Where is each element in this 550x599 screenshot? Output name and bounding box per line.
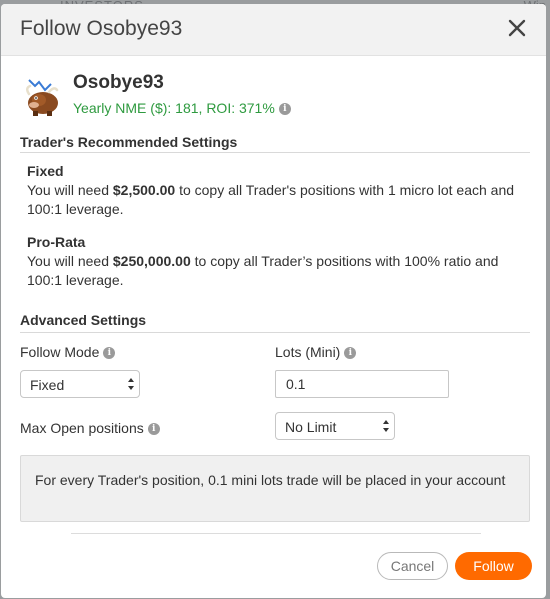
bull-mascot-avatar (21, 74, 65, 118)
advanced-settings-title: Advanced Settings (20, 312, 147, 328)
fixed-amount: $2,500.00 (112, 182, 176, 198)
fixed-text-before: You will need (27, 182, 113, 198)
cancel-button[interactable]: Cancel (377, 552, 448, 580)
max-open-positions-label-text: Max Open positions (20, 420, 144, 436)
trader-stats-text: Yearly NME ($): 181, ROI: 371% (73, 100, 275, 116)
close-icon (508, 19, 526, 37)
fixed-title: Fixed (27, 163, 64, 179)
lots-mini-label: Lots (Mini) i (275, 344, 357, 360)
info-icon[interactable]: i (344, 347, 357, 360)
recommended-settings-title: Trader's Recommended Settings (20, 134, 238, 150)
trader-stats: Yearly NME ($): 181, ROI: 371% i (73, 100, 291, 116)
follow-summary-note: For every Trader's position, 0.1 mini lo… (20, 455, 530, 522)
follow-button[interactable]: Follow (455, 552, 532, 580)
trader-summary: Osobye93 Yearly NME ($): 181, ROI: 371% i (21, 72, 521, 122)
info-icon[interactable]: i (103, 347, 116, 360)
select-arrows-icon (383, 420, 389, 432)
follow-mode-label-text: Follow Mode (20, 344, 100, 360)
prorata-title: Pro-Rata (27, 234, 86, 250)
dialog-header: Follow Osobye93 (1, 4, 546, 56)
lots-mini-input[interactable] (275, 370, 449, 398)
select-arrows-icon (128, 378, 134, 390)
fixed-description: You will need $2,500.00 to copy all Trad… (27, 181, 527, 219)
dialog-title: Follow Osobye93 (20, 17, 183, 40)
max-open-positions-select[interactable]: No Limit (275, 412, 395, 440)
footer-divider (71, 533, 481, 534)
prorata-description: You will need $250,000.00 to copy all Tr… (27, 252, 527, 290)
prorata-text-before: You will need (27, 253, 113, 269)
follow-mode-select[interactable]: Fixed (20, 370, 140, 398)
follow-mode-label: Follow Mode i (20, 344, 116, 360)
section-divider (20, 152, 530, 153)
follow-dialog: Follow Osobye93 Osobye93 Yearly NME ($): (1, 4, 546, 598)
max-open-positions-value: No Limit (285, 419, 337, 435)
info-icon[interactable]: i (147, 423, 160, 436)
close-button[interactable] (504, 15, 530, 41)
follow-mode-value: Fixed (30, 377, 65, 393)
section-divider (20, 332, 530, 333)
trader-name: Osobye93 (73, 72, 164, 93)
max-open-positions-label: Max Open positions i (20, 420, 160, 436)
lots-mini-label-text: Lots (Mini) (275, 344, 341, 360)
info-icon[interactable]: i (278, 103, 291, 116)
prorata-amount: $250,000.00 (112, 253, 191, 269)
